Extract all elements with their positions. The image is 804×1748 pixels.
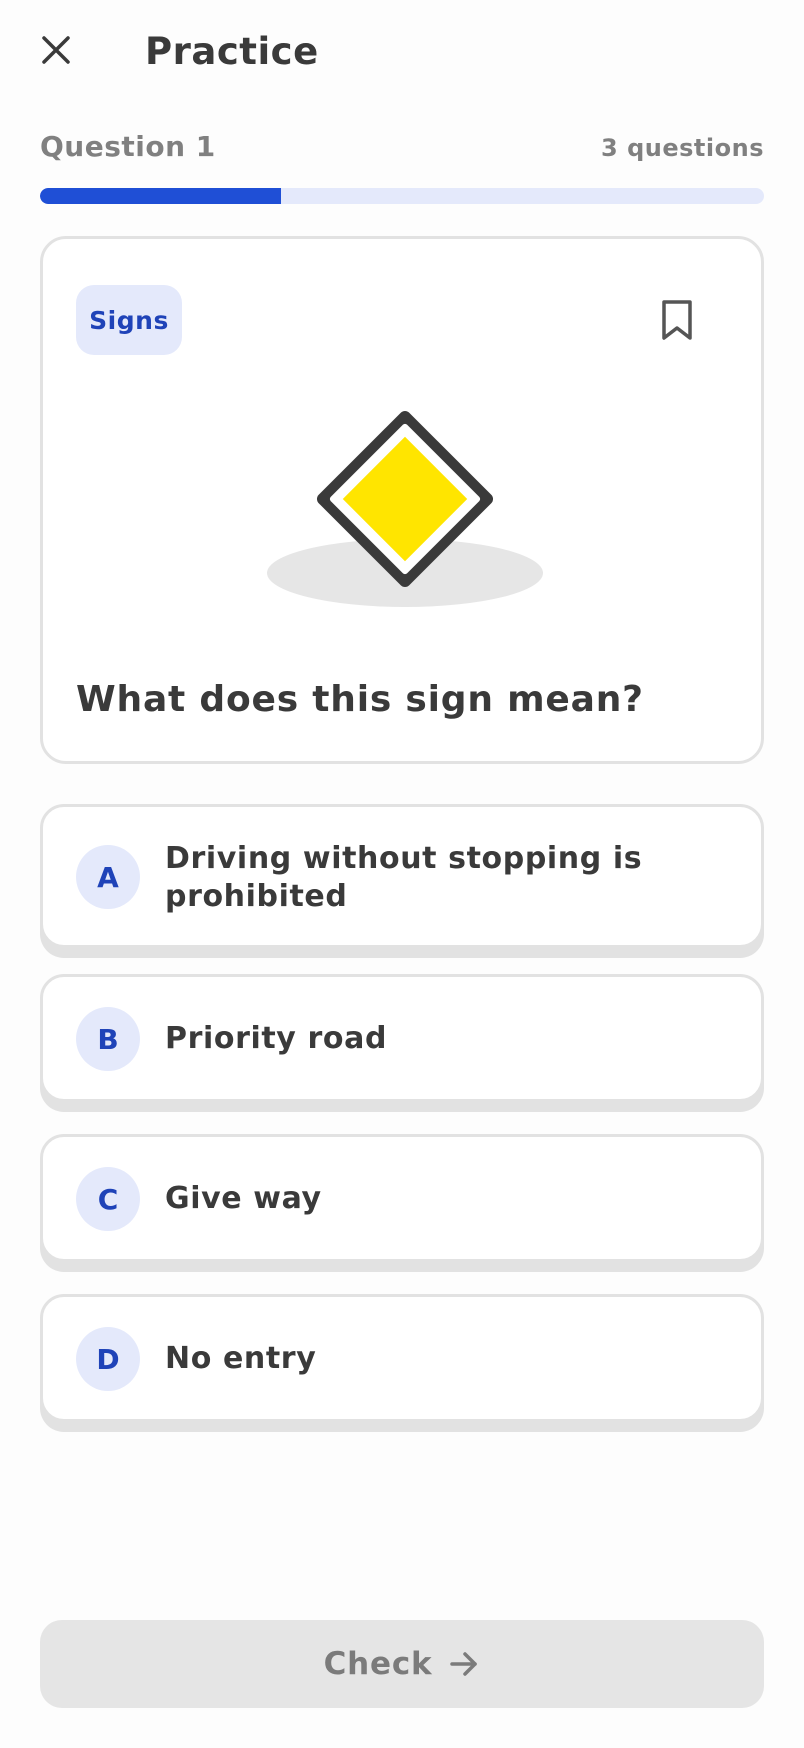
- progress-bar: [40, 188, 764, 204]
- category-badge: Signs: [76, 285, 182, 355]
- practice-screen: Practice Question 1 3 questions Signs Wh…: [0, 0, 804, 1748]
- close-icon: [42, 36, 70, 64]
- option-text: Driving without stopping is prohibited: [165, 841, 643, 914]
- current-question-label: Question 1: [40, 130, 216, 163]
- progress-labels: Question 1 3 questions: [40, 130, 764, 170]
- priority-road-sign-image: [263, 403, 547, 623]
- total-questions-label: 3 questions: [601, 134, 764, 162]
- answer-option-c[interactable]: C Give way: [40, 1134, 764, 1262]
- question-card: Signs What does this sign mean?: [40, 236, 764, 764]
- bookmark-icon: [662, 300, 692, 340]
- option-letter-badge: C: [76, 1167, 140, 1231]
- option-text: No entry: [165, 1341, 317, 1376]
- option-text: Priority road: [165, 1021, 388, 1056]
- arrow-right-icon: [448, 1648, 480, 1680]
- answer-option-b[interactable]: B Priority road: [40, 974, 764, 1102]
- option-letter-badge: A: [76, 845, 140, 909]
- header: Practice: [0, 0, 804, 112]
- answer-option-a[interactable]: A Driving without stopping is prohibited: [40, 804, 764, 948]
- option-letter-badge: B: [76, 1007, 140, 1071]
- bookmark-button[interactable]: [655, 295, 699, 345]
- answer-option-d[interactable]: D No entry: [40, 1294, 764, 1422]
- question-text: What does this sign mean?: [76, 679, 644, 720]
- check-button-label: Check: [323, 1646, 433, 1682]
- option-text: Give way: [165, 1181, 322, 1216]
- option-letter-badge: D: [76, 1327, 140, 1391]
- page-title: Practice: [145, 30, 319, 73]
- close-button[interactable]: [28, 22, 84, 78]
- check-button[interactable]: Check: [40, 1620, 764, 1708]
- progress-bar-fill: [40, 188, 282, 204]
